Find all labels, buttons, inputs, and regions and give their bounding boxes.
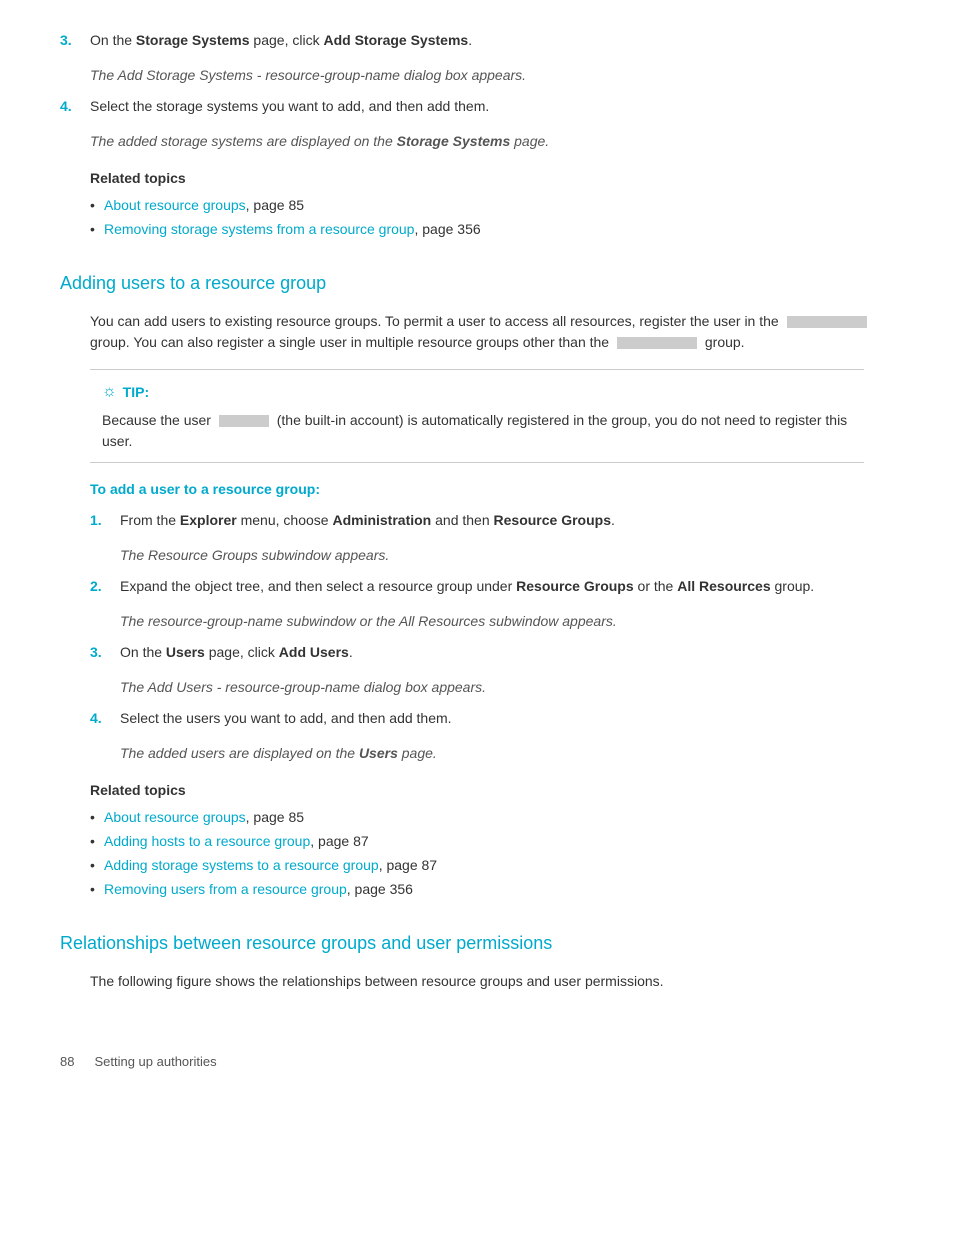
users-step-1: 1. From the Explorer menu, choose Admini… (90, 510, 894, 535)
users-step-1-number: 1. (90, 510, 120, 535)
link-about-resource-groups-1[interactable]: About resource groups (104, 197, 246, 213)
relationships-body: The following figure shows the relations… (90, 971, 894, 992)
link-removing-storage-systems[interactable]: Removing storage systems from a resource… (104, 221, 414, 237)
adding-users-body: You can add users to existing resource g… (90, 311, 894, 353)
redacted-text-1 (787, 316, 867, 328)
users-step-4-sub: The added users are displayed on the Use… (120, 743, 894, 764)
users-step-1-sub: The Resource Groups subwindow appears. (120, 545, 894, 566)
users-related-section: Related topics About resource groups, pa… (90, 780, 894, 900)
section-adding-users-heading: Adding users to a resource group (60, 270, 894, 297)
intro-step-3: 3. On the Storage Systems page, click Ad… (60, 30, 894, 55)
list-item: About resource groups, page 85 (90, 807, 894, 828)
users-step-3: 3. On the Users page, click Add Users. (90, 642, 894, 667)
intro-step-4: 4. Select the storage systems you want t… (60, 96, 894, 121)
intro-related-list: About resource groups, page 85 Removing … (90, 195, 894, 240)
users-step-4: 4. Select the users you want to add, and… (90, 708, 894, 733)
link-adding-hosts[interactable]: Adding hosts to a resource group (104, 833, 310, 849)
list-item: Adding storage systems to a resource gro… (90, 855, 894, 876)
users-step-3-number: 3. (90, 642, 120, 667)
link-removing-users[interactable]: Removing users from a resource group (104, 881, 347, 897)
procedure-heading: To add a user to a resource group: (90, 479, 894, 500)
users-step-2-content: Expand the object tree, and then select … (120, 576, 894, 601)
users-step-3-content: On the Users page, click Add Users. (120, 642, 894, 667)
step-3-content: On the Storage Systems page, click Add S… (90, 30, 894, 55)
tip-icon: ☼ (102, 380, 117, 404)
link-adding-storage-systems[interactable]: Adding storage systems to a resource gro… (104, 857, 379, 873)
users-related-label: Related topics (90, 780, 894, 801)
users-step-2-sub: The resource-group-name subwindow or the… (120, 611, 894, 632)
intro-related-section: Related topics About resource groups, pa… (90, 168, 894, 240)
users-step-4-content: Select the users you want to add, and th… (120, 708, 894, 733)
link-about-resource-groups-2[interactable]: About resource groups (104, 809, 246, 825)
list-item: About resource groups, page 85 (90, 195, 894, 216)
users-related-list: About resource groups, page 85 Adding ho… (90, 807, 894, 900)
step-4-sub: The added storage systems are displayed … (90, 131, 894, 152)
section-relationships-heading: Relationships between resource groups an… (60, 930, 894, 957)
list-item: Removing storage systems from a resource… (90, 219, 894, 240)
users-step-1-content: From the Explorer menu, choose Administr… (120, 510, 894, 535)
footer-chapter: Setting up authorities (94, 1052, 216, 1072)
footer-page-number: 88 (60, 1052, 74, 1072)
users-step-2-number: 2. (90, 576, 120, 601)
page-footer: 88 Setting up authorities (60, 1052, 894, 1072)
step-4-number: 4. (60, 96, 90, 121)
list-item: Adding hosts to a resource group, page 8… (90, 831, 894, 852)
tip-label: ☼ TIP: (102, 380, 852, 404)
users-step-4-number: 4. (90, 708, 120, 733)
tip-text: Because the user (the built-in account) … (102, 410, 852, 452)
intro-related-label: Related topics (90, 168, 894, 189)
list-item: Removing users from a resource group, pa… (90, 879, 894, 900)
users-step-2: 2. Expand the object tree, and then sele… (90, 576, 894, 601)
step-3-sub: The Add Storage Systems - resource-group… (90, 65, 894, 86)
step-3-number: 3. (60, 30, 90, 55)
users-step-3-sub: The Add Users - resource-group-name dial… (120, 677, 894, 698)
redacted-text-3 (219, 415, 269, 427)
tip-box: ☼ TIP: Because the user (the built-in ac… (90, 369, 864, 463)
redacted-text-2 (617, 337, 697, 349)
step-4-content: Select the storage systems you want to a… (90, 96, 894, 121)
